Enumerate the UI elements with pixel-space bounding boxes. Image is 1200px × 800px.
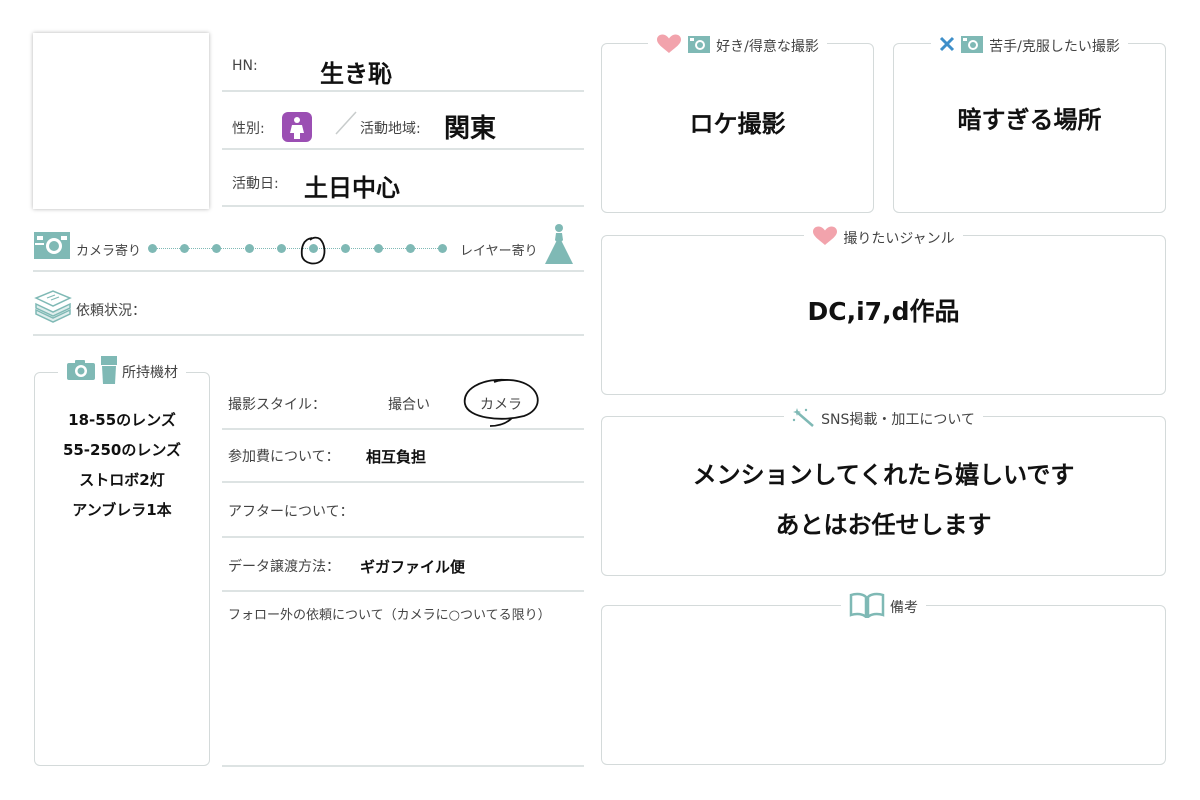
genre-box: 撮りたいジャンル DC,i7,d作品 [601, 226, 1166, 395]
hn-value: 生き恥 [320, 60, 392, 88]
style-option-mutual: 撮合い [388, 397, 430, 413]
fee-value: 相互負担 [366, 448, 427, 466]
data-transfer-label: データ譲渡方法： [228, 559, 340, 575]
area-value: 関東 [444, 114, 497, 144]
gender-label: 性別: [232, 121, 265, 137]
heart-icon [656, 34, 682, 60]
camera-icon [66, 359, 96, 387]
stack-of-papers-icon [33, 290, 73, 328]
open-book-icon [849, 592, 885, 624]
fee-label: 参加費について： [228, 449, 340, 465]
slider-dot [373, 244, 383, 253]
slider-right-label: レイヤー寄り [460, 244, 538, 259]
camera-icon [960, 34, 984, 60]
equipment-box: 所持機材 18-55のレンズ 55-250のレンズ ストロボ2灯 アンブレラ1本 [34, 355, 210, 766]
weakness-value: 暗すぎる場所 [957, 106, 1102, 134]
lens-icon [100, 355, 118, 391]
divider [222, 428, 584, 430]
hn-label: HN: [232, 58, 258, 74]
non-follower-label: フォロー外の依頼について（カメラに○ついてる限り） [228, 608, 551, 623]
favorite-value: ロケ撮影 [689, 110, 786, 138]
divider [222, 481, 584, 483]
divider [222, 590, 584, 592]
slider-dot [212, 244, 222, 253]
selected-circle-mark [463, 378, 539, 427]
divider [222, 536, 584, 538]
sns-line-2: あとはお任せします [775, 511, 992, 539]
notes-title: 備考 [890, 600, 918, 616]
cross-icon [939, 36, 955, 58]
notes-box: 備考 [601, 592, 1166, 765]
request-status-label: 依頼状況： [76, 303, 146, 319]
weakness-box: 苦手/克服したい撮影 暗すぎる場所 [893, 34, 1166, 213]
equipment-item: アンブレラ1本 [72, 501, 172, 519]
data-transfer-value: ギガファイル便 [360, 558, 466, 576]
slash-divider [335, 111, 357, 135]
slider-dot [405, 244, 415, 253]
slider-dot [276, 244, 286, 253]
equipment-item: ストロボ2灯 [79, 471, 165, 489]
after-label: アフターについて： [228, 504, 354, 520]
favorite-box: 好き/得意な撮影 ロケ撮影 [601, 34, 874, 213]
genre-value: DC,i7,d作品 [807, 297, 960, 326]
slider-dot [180, 244, 190, 253]
equipment-item: 18-55のレンズ [68, 411, 176, 429]
style-label: 撮影スタイル： [228, 397, 326, 413]
profile-photo-frame [33, 33, 209, 209]
divider [222, 765, 584, 767]
equipment-item: 55-250のレンズ [62, 441, 182, 459]
days-label: 活動日: [232, 176, 279, 192]
divider [33, 270, 584, 272]
divider [33, 334, 584, 336]
favorite-title: 好き/得意な撮影 [716, 39, 819, 55]
heart-icon [812, 226, 838, 252]
selected-circle-mark [300, 236, 326, 265]
slider-dot [341, 244, 351, 253]
equipment-title: 所持機材 [122, 365, 178, 381]
slider-dot [438, 244, 447, 253]
female-symbol-icon [282, 112, 312, 142]
divider [222, 205, 584, 207]
equipment-list: 18-55のレンズ 55-250のレンズ ストロボ2灯 アンブレラ1本 [35, 405, 209, 525]
slider-left-label: カメラ寄り [76, 244, 142, 259]
camera-icon [33, 228, 71, 264]
slider-dot [244, 244, 254, 253]
genre-title: 撮りたいジャンル [843, 231, 955, 247]
camera-icon [687, 34, 711, 60]
divider [222, 90, 584, 92]
slider-dot [148, 244, 157, 253]
sns-title: SNS掲載・加工について [821, 412, 975, 428]
magic-wand-icon [792, 407, 816, 433]
days-value: 土日中心 [304, 174, 400, 202]
sns-line-1: メンションしてくれたら嬉しいです [692, 461, 1075, 489]
divider [222, 148, 584, 150]
area-label: 活動地域: [360, 121, 421, 137]
princess-dress-icon [543, 222, 575, 270]
weakness-title: 苦手/克服したい撮影 [989, 39, 1120, 55]
sns-box: SNS掲載・加工について メンションしてくれたら嬉しいです あとはお任せします [601, 407, 1166, 576]
